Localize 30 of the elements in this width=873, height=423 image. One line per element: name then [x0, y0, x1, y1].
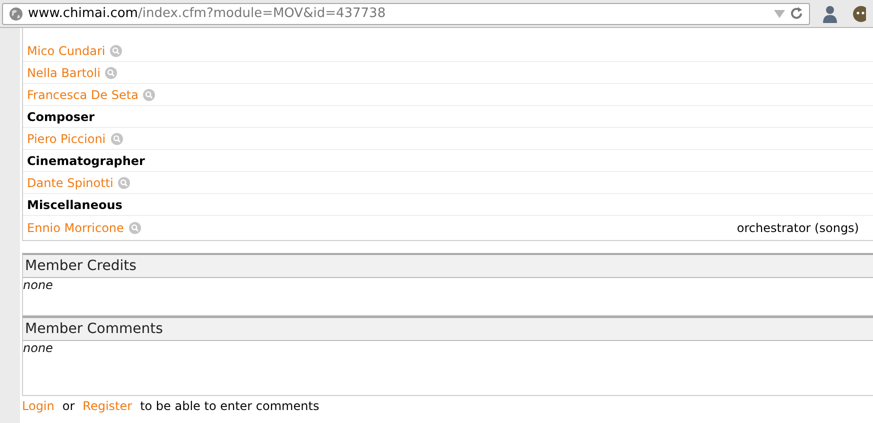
section-body: none	[23, 278, 53, 292]
person-link[interactable]: Francesca De Seta	[27, 88, 138, 102]
login-link[interactable]: Login	[22, 399, 54, 413]
section-title: Member Credits	[23, 255, 873, 278]
user-icon[interactable]	[822, 4, 838, 22]
reload-icon[interactable]	[790, 7, 803, 20]
search-icon[interactable]	[110, 132, 123, 144]
credit-category: Miscellaneous	[27, 198, 122, 212]
search-icon[interactable]	[128, 222, 141, 234]
address-bar[interactable]: www.chimai.com/index.cfm?module=MOV&id=437738	[2, 2, 810, 24]
credit-category: Composer	[27, 110, 95, 124]
person-link[interactable]: Mico Cundari	[27, 44, 106, 58]
globe-icon	[9, 6, 23, 20]
person-link[interactable]: Ennio Morricone	[27, 221, 124, 235]
search-icon[interactable]	[143, 88, 156, 100]
credit-category: Cinematographer	[27, 154, 145, 168]
url-text: www.chimai.com/index.cfm?module=MOV&id=437738	[28, 6, 387, 21]
dropdown-icon[interactable]	[774, 10, 785, 18]
comment-note: to be able to enter comments	[140, 399, 320, 413]
or-text: or	[62, 399, 75, 413]
person-link[interactable]: Nella Bartoli	[27, 66, 100, 80]
person-link[interactable]: Piero Piccioni	[27, 132, 106, 146]
search-icon[interactable]	[110, 44, 122, 56]
search-icon[interactable]	[105, 66, 118, 78]
section-title: Member Comments	[23, 318, 873, 341]
section-body: none	[23, 341, 53, 355]
search-icon[interactable]	[118, 176, 130, 188]
person-link[interactable]: Dante Spinotti	[27, 176, 114, 190]
register-link[interactable]: Register	[82, 399, 132, 413]
credit-role: orchestrator (songs)	[736, 221, 859, 235]
